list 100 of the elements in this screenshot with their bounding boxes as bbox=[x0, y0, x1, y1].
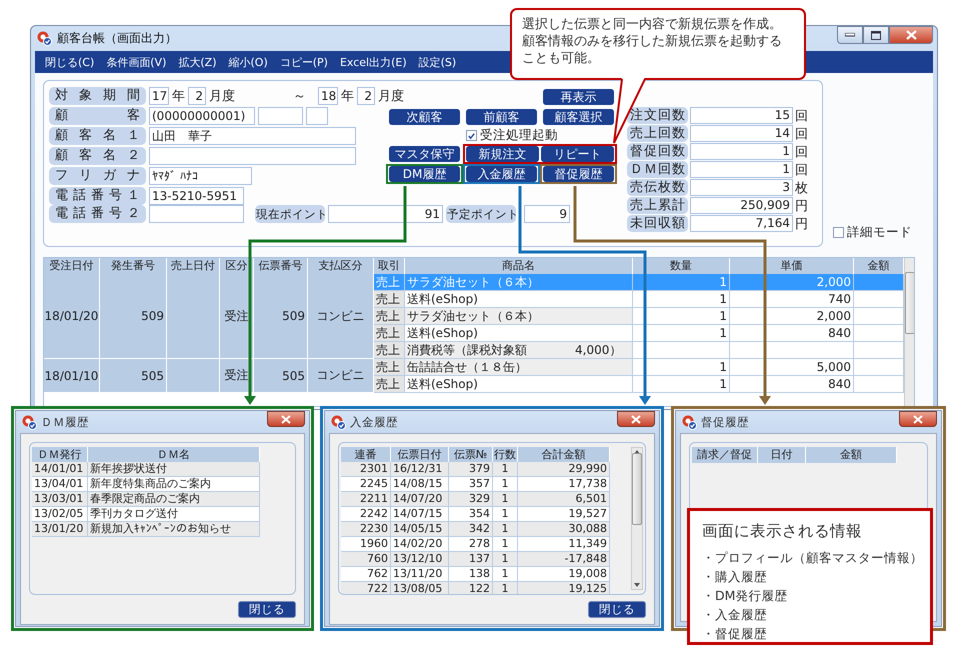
table-cell: 13/03/01 bbox=[32, 492, 88, 507]
table-cell: コンビニ bbox=[308, 274, 374, 359]
scrollbar[interactable] bbox=[904, 258, 914, 406]
text-field[interactable] bbox=[149, 205, 244, 223]
checkbox[interactable] bbox=[833, 227, 844, 238]
action-button[interactable]: リピート bbox=[541, 146, 614, 162]
info-item: ・DM発行履歴 bbox=[702, 588, 788, 605]
text-field[interactable]: 3 bbox=[690, 179, 793, 196]
text-field[interactable]: 2 bbox=[188, 87, 206, 105]
field-label: 売上回数 bbox=[627, 125, 688, 142]
menu-item[interactable]: 閉じる(C) bbox=[39, 54, 100, 70]
text-field[interactable]: 18 bbox=[318, 87, 338, 105]
text-field[interactable]: 13-5210-5951 bbox=[149, 187, 244, 205]
table-cell: 505 bbox=[254, 359, 308, 393]
table-cell: 1 bbox=[633, 274, 730, 291]
unit-label: 回 bbox=[795, 108, 808, 124]
table-cell: 762 bbox=[341, 567, 391, 582]
action-button[interactable]: 再表示 bbox=[543, 89, 614, 105]
close-button[interactable] bbox=[889, 26, 933, 44]
text-field[interactable]: (00000000001) bbox=[149, 107, 255, 125]
action-button[interactable]: 次顧客 bbox=[389, 109, 460, 125]
maximize-button[interactable] bbox=[863, 26, 889, 44]
close-button[interactable] bbox=[617, 411, 655, 427]
text-field[interactable]: ﾔﾏﾀﾞ ﾊﾅｺ bbox=[149, 167, 252, 185]
table-cell: 722 bbox=[341, 582, 391, 594]
action-button[interactable]: 入金履歴 bbox=[466, 166, 537, 182]
close-button[interactable] bbox=[267, 411, 305, 427]
table-cell: 1 bbox=[633, 359, 730, 376]
table-cell: 1 bbox=[493, 522, 518, 537]
table-cell[interactable]: 消費税等（課税対象額 4,000） bbox=[405, 342, 633, 359]
app-icon bbox=[682, 414, 697, 430]
table-cell: 138 bbox=[449, 567, 493, 582]
action-button[interactable]: 督促履歴 bbox=[543, 166, 614, 182]
table-cell: 1 bbox=[493, 477, 518, 492]
table-cell bbox=[854, 308, 904, 325]
text-field[interactable]: 91 bbox=[328, 205, 443, 223]
table-cell: 13/02/05 bbox=[32, 507, 88, 522]
menu-item[interactable]: 縮小(O) bbox=[222, 54, 274, 70]
close-dialog-button[interactable]: 閉じる bbox=[588, 601, 646, 618]
unit-label: 円 bbox=[795, 216, 808, 232]
table-cell[interactable]: 送料(eShop) bbox=[405, 291, 633, 308]
text-field[interactable]: 1 bbox=[690, 143, 793, 160]
maximize-icon bbox=[871, 30, 881, 40]
table-cell: 春季限定商品のご案内 bbox=[88, 492, 260, 507]
minimize-button[interactable] bbox=[837, 26, 863, 44]
table-cell: 19,125 bbox=[518, 582, 610, 594]
action-button[interactable]: 新規注文 bbox=[466, 146, 539, 162]
text-field[interactable] bbox=[258, 107, 303, 125]
text-field[interactable] bbox=[306, 107, 328, 125]
action-button[interactable]: マスタ保守 bbox=[389, 146, 460, 162]
close-button[interactable] bbox=[899, 411, 937, 427]
checkbox-label: 詳細モード bbox=[847, 224, 912, 241]
table-cell: 1 bbox=[493, 537, 518, 552]
text-field[interactable]: 7,164 bbox=[690, 215, 793, 232]
action-button[interactable]: DM履歴 bbox=[389, 166, 460, 182]
close-icon bbox=[281, 414, 291, 424]
text-field[interactable]: 250,909 bbox=[690, 197, 793, 214]
menu-item[interactable]: コピー(P) bbox=[274, 54, 334, 70]
close-icon bbox=[913, 414, 923, 424]
text-field[interactable]: 9 bbox=[524, 205, 570, 223]
menu-item[interactable]: 条件画面(V) bbox=[100, 54, 172, 70]
info-item: ・入金履歴 bbox=[702, 607, 768, 624]
close-dialog-button[interactable]: 閉じる bbox=[238, 601, 296, 618]
table-cell: 30,088 bbox=[518, 522, 610, 537]
scrollbar[interactable] bbox=[631, 447, 643, 590]
table-cell[interactable]: 送料(eShop) bbox=[405, 376, 633, 393]
action-button[interactable]: 顧客選択 bbox=[543, 109, 614, 125]
close-icon bbox=[906, 30, 916, 40]
table-cell: 509 bbox=[254, 274, 308, 359]
text-field[interactable]: 2 bbox=[357, 87, 375, 105]
unit-label: 円 bbox=[795, 198, 808, 214]
action-button[interactable]: 前顧客 bbox=[466, 109, 537, 125]
table-cell bbox=[167, 359, 220, 393]
info-item: ・プロフィール（顧客マスター情報） bbox=[702, 550, 918, 567]
column-header: 請求／督促 bbox=[692, 447, 758, 463]
menu-item[interactable]: Excel出力(E) bbox=[334, 54, 413, 70]
table-cell: コンビニ bbox=[308, 359, 374, 393]
table-cell: 840 bbox=[730, 325, 854, 342]
table-cell bbox=[854, 342, 904, 359]
text-field[interactable]: 17 bbox=[149, 87, 169, 105]
table-cell: 売上 bbox=[374, 359, 405, 376]
table-cell[interactable]: 缶詰詰合せ（１８缶） bbox=[405, 359, 633, 376]
checkbox[interactable] bbox=[466, 130, 477, 141]
scroll-down-icon[interactable] bbox=[634, 583, 640, 587]
unit-label: 回 bbox=[795, 162, 808, 178]
unit-label: 月度 bbox=[378, 88, 404, 105]
table-cell: 329 bbox=[449, 492, 493, 507]
table-cell: 売上 bbox=[374, 325, 405, 342]
table-cell[interactable]: 送料(eShop) bbox=[405, 325, 633, 342]
menu-item[interactable]: 拡大(Z) bbox=[172, 54, 222, 70]
field-label: 現在ポイント bbox=[255, 205, 325, 223]
text-field[interactable]: 14 bbox=[690, 125, 793, 142]
text-field[interactable] bbox=[149, 147, 356, 165]
text-field[interactable]: 山田 華子 bbox=[149, 127, 356, 145]
table-cell[interactable]: サラダ油セット（６本） bbox=[405, 308, 633, 325]
table-cell: 29,990 bbox=[518, 462, 610, 477]
text-field[interactable]: 15 bbox=[690, 107, 793, 124]
menu-item[interactable]: 設定(S) bbox=[412, 54, 462, 70]
column-header: 伝票日付 bbox=[391, 447, 449, 463]
text-field[interactable]: 1 bbox=[690, 161, 793, 178]
